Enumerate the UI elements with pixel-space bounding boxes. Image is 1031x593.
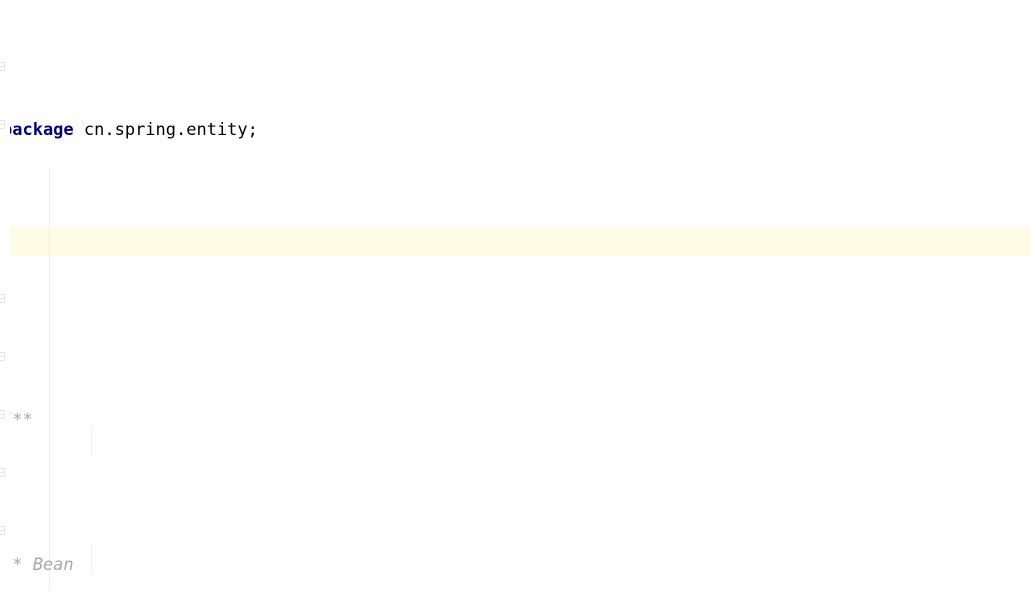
keyword-package: package <box>2 120 74 140</box>
code-line-javadoc-body: * Bean <box>0 551 731 580</box>
javadoc-open: /** <box>2 410 33 430</box>
package-name: cn.spring.entity; <box>73 120 258 140</box>
code-line-package: package cn.spring.entity; <box>0 116 731 145</box>
code-editor[interactable]: package cn.spring.entity; /** * Bean */ … <box>0 0 1031 593</box>
javadoc-body: * Bean <box>2 555 74 575</box>
code-line-javadoc-open: /** <box>0 406 731 435</box>
code-content[interactable]: package cn.spring.entity; /** * Bean */ … <box>0 0 731 593</box>
